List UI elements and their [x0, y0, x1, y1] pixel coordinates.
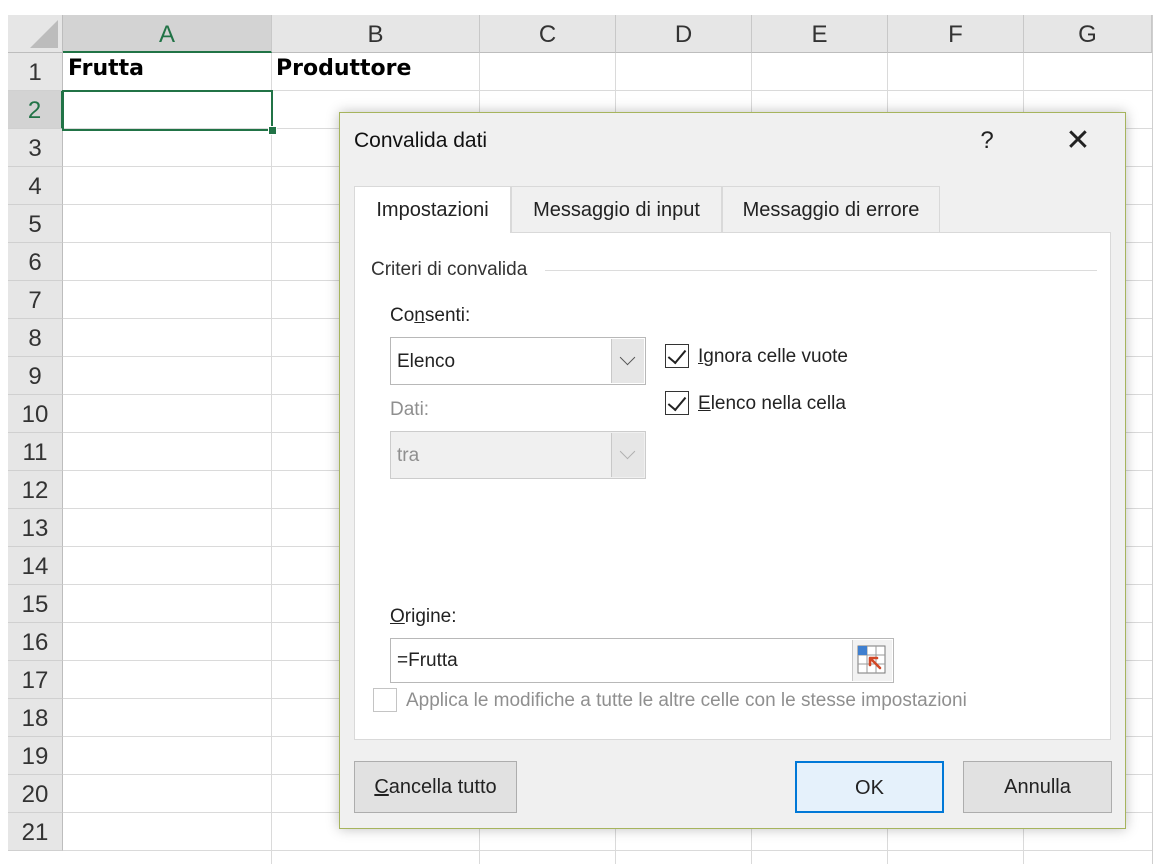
- row-header-2[interactable]: 2: [8, 91, 63, 129]
- active-cell-a2[interactable]: [62, 90, 273, 131]
- checkmark-icon: [667, 391, 687, 412]
- select-all-triangle: [30, 20, 58, 48]
- source-label-text: rigine:: [404, 606, 457, 627]
- ok-button[interactable]: OK: [795, 761, 944, 813]
- tab-messaggio-di-input[interactable]: Messaggio di input: [511, 186, 722, 232]
- in-cell-dropdown-text: lenco nella cella: [710, 393, 846, 414]
- allow-label-pre: Co: [390, 305, 415, 326]
- row-header-21[interactable]: 21: [8, 813, 63, 851]
- grid-line: [271, 53, 272, 864]
- row-header-7[interactable]: 7: [8, 281, 63, 319]
- select-all-corner[interactable]: [8, 15, 63, 53]
- range-select-icon: [857, 645, 886, 674]
- row-header-20[interactable]: 20: [8, 775, 63, 813]
- group-divider: [545, 270, 1097, 271]
- column-header-f[interactable]: F: [888, 15, 1024, 53]
- column-header-d[interactable]: D: [616, 15, 752, 53]
- ignore-blank-label[interactable]: Ignora celle vuote: [698, 346, 848, 368]
- data-dropdown: tra: [390, 431, 646, 479]
- row-header-14[interactable]: 14: [8, 547, 63, 585]
- row-header-8[interactable]: 8: [8, 319, 63, 357]
- column-header-b[interactable]: B: [272, 15, 480, 53]
- in-cell-dropdown-checkbox[interactable]: [665, 391, 689, 415]
- row-header-5[interactable]: 5: [8, 205, 63, 243]
- allow-label-key: n: [414, 305, 425, 326]
- row-header-16[interactable]: 16: [8, 623, 63, 661]
- data-label: Dati:: [390, 399, 430, 420]
- range-select-button[interactable]: [852, 640, 892, 681]
- row-header-18[interactable]: 18: [8, 699, 63, 737]
- chevron-down-icon: [619, 349, 636, 366]
- allow-dropdown-value: Elenco: [397, 351, 456, 372]
- clear-all-button[interactable]: Cancella tutto: [354, 761, 517, 813]
- row-header-19[interactable]: 19: [8, 737, 63, 775]
- cancel-button[interactable]: Annulla: [963, 761, 1112, 813]
- allow-dropdown[interactable]: Elenco: [390, 337, 646, 385]
- checkmark-icon: [667, 344, 687, 365]
- grid-line: [63, 850, 1159, 851]
- chevron-down-icon: [619, 443, 636, 460]
- fill-handle[interactable]: [268, 126, 277, 135]
- row-header-3[interactable]: 3: [8, 129, 63, 167]
- row-header-17[interactable]: 17: [8, 661, 63, 699]
- source-label-key: O: [390, 606, 405, 627]
- in-cell-dropdown-key: E: [698, 393, 711, 414]
- row-header-6[interactable]: 6: [8, 243, 63, 281]
- column-header-g[interactable]: G: [1024, 15, 1152, 53]
- group-label-criteri: Criteri di convalida: [371, 259, 534, 281]
- data-dropdown-button: [611, 433, 644, 477]
- close-icon[interactable]: ✕: [1060, 123, 1096, 159]
- row-header-4[interactable]: 4: [8, 167, 63, 205]
- allow-dropdown-button[interactable]: [611, 339, 644, 383]
- window-edge: [1152, 15, 1159, 864]
- tab-messaggio-di-errore[interactable]: Messaggio di errore: [722, 186, 940, 232]
- help-icon[interactable]: ?: [972, 123, 1002, 159]
- settings-panel: Criteri di convalida Consenti: Elenco Da…: [354, 232, 1111, 740]
- row-header-15[interactable]: 15: [8, 585, 63, 623]
- apply-all-checkbox: [373, 688, 397, 712]
- row-header-12[interactable]: 12: [8, 471, 63, 509]
- data-dropdown-value: tra: [397, 445, 420, 466]
- source-input[interactable]: =Frutta: [390, 638, 894, 683]
- row-header-13[interactable]: 13: [8, 509, 63, 547]
- row-header-10[interactable]: 10: [8, 395, 63, 433]
- data-validation-dialog: Convalida dati ? ✕ Impostazioni Messaggi…: [339, 112, 1126, 829]
- ignore-blank-checkbox[interactable]: [665, 344, 689, 368]
- column-header-a[interactable]: A: [63, 15, 272, 53]
- row-header-11[interactable]: 11: [8, 433, 63, 471]
- column-header-e[interactable]: E: [752, 15, 888, 53]
- source-label: Origine:: [390, 606, 457, 628]
- dialog-title: Convalida dati: [354, 129, 488, 152]
- source-input-value: =Frutta: [397, 650, 458, 671]
- in-cell-dropdown-label[interactable]: Elenco nella cella: [698, 393, 846, 415]
- row-header-9[interactable]: 9: [8, 357, 63, 395]
- clear-all-text: ancella tutto: [388, 776, 497, 798]
- allow-label: Consenti:: [390, 305, 470, 327]
- cell-b1[interactable]: Produttore: [276, 56, 411, 81]
- cell-a1[interactable]: Frutta: [68, 56, 144, 81]
- tab-impostazioni[interactable]: Impostazioni: [354, 186, 511, 233]
- row-header-1[interactable]: 1: [8, 53, 63, 91]
- ignore-blank-text: gnora celle vuote: [703, 346, 848, 367]
- column-header-c[interactable]: C: [480, 15, 616, 53]
- allow-label-post: senti:: [424, 305, 471, 326]
- clear-all-key: C: [374, 776, 389, 798]
- apply-all-label: Applica le modifiche a tutte le altre ce…: [406, 690, 967, 711]
